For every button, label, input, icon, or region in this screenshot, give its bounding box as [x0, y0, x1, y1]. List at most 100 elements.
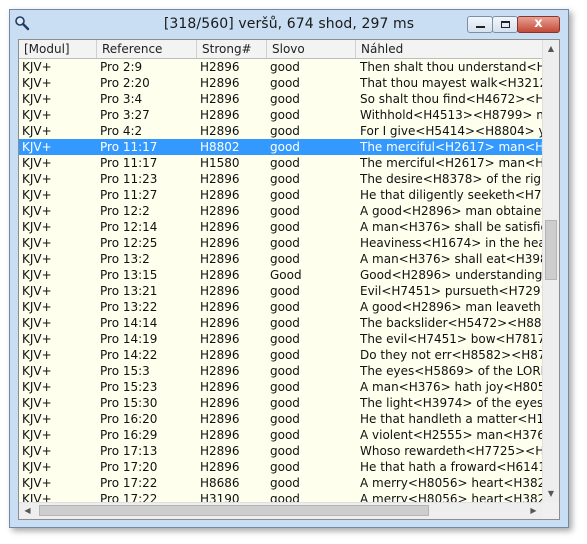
- column-header-slovo[interactable]: Slovo: [267, 40, 356, 58]
- vertical-scroll-thumb[interactable]: [545, 220, 557, 280]
- slovo-cell: good: [270, 364, 300, 378]
- preview-cell: The evil<H7451> bow<H7817><H: [360, 332, 560, 346]
- table-row[interactable]: KJV+ Pro 12:14 H2896 good A man<H376> shall …: [19, 219, 559, 235]
- table-row[interactable]: KJV+ Pro 17:22 H8686 good A merry<H8056> hea…: [19, 475, 559, 491]
- reference-cell: Pro 16:29: [100, 428, 158, 442]
- modul-cell: KJV+: [22, 188, 52, 202]
- modul-cell: KJV+: [22, 444, 52, 458]
- slovo-cell: good: [270, 332, 300, 346]
- preview-cell: A man<H376> shall eat<H398><H: [360, 252, 560, 266]
- strong-cell: H2896: [200, 76, 240, 90]
- column-header-strong[interactable]: Strong#: [197, 40, 267, 58]
- scroll-down-icon[interactable]: ▼: [543, 485, 559, 502]
- column-header-modul[interactable]: [Modul]: [19, 40, 97, 58]
- table-row[interactable]: KJV+ Pro 12:25 H2896 good Heaviness<H1674> i…: [19, 235, 559, 251]
- table-row[interactable]: KJV+ Pro 17:20 H2896 good He that hath a fro…: [19, 459, 559, 475]
- slovo-cell: good: [270, 252, 300, 266]
- table-row[interactable]: KJV+ Pro 11:17 H1580 good The merciful<H2617…: [19, 155, 559, 171]
- slovo-cell: good: [270, 172, 300, 186]
- slovo-cell: good: [270, 380, 300, 394]
- column-header-nahled[interactable]: Náhled: [356, 40, 559, 58]
- scroll-right-icon[interactable]: ▶: [525, 503, 542, 519]
- modul-cell: KJV+: [22, 124, 52, 138]
- table-row[interactable]: KJV+ Pro 11:27 H2896 good He that diligently…: [19, 187, 559, 203]
- reference-cell: Pro 13:22: [100, 300, 158, 314]
- modul-cell: KJV+: [22, 60, 52, 74]
- table-row[interactable]: KJV+ Pro 4:2 H2896 good For I give<H5414><H8…: [19, 123, 559, 139]
- table-row[interactable]: KJV+ Pro 14:19 H2896 good The evil<H7451> bo…: [19, 331, 560, 347]
- slovo-cell: good: [270, 60, 300, 74]
- slovo-cell: good: [270, 428, 300, 442]
- table-row[interactable]: KJV+ Pro 14:14 H2896 good The backslider<H54…: [19, 315, 559, 331]
- reference-cell: Pro 11:23: [100, 172, 158, 186]
- strong-cell: H2896: [200, 380, 240, 394]
- preview-cell: Withhold<H4513><H8799> not go: [360, 108, 560, 122]
- modul-cell: KJV+: [22, 204, 52, 218]
- reference-cell: Pro 15:23: [100, 380, 158, 394]
- strong-cell: H2896: [200, 332, 240, 346]
- table-row[interactable]: KJV+ Pro 11:23 H2896 good The desire<H8378> …: [19, 171, 559, 187]
- table-row[interactable]: KJV+ Pro 11:17 H8802 good The merciful<H2617…: [19, 139, 559, 155]
- maximize-button[interactable]: [492, 16, 518, 33]
- table-row[interactable]: KJV+ Pro 13:22 H2896 good A good<H2896> man …: [19, 299, 560, 315]
- minimize-button[interactable]: [467, 16, 493, 33]
- table-row[interactable]: KJV+ Pro 17:13 H2896 good Whoso rewardeth<H7…: [19, 443, 559, 459]
- title-bar[interactable]: [318/560] veršů, 674 shod, 297 ms x: [10, 10, 568, 38]
- reference-cell: Pro 12:25: [100, 236, 158, 250]
- scroll-left-icon[interactable]: ◀: [19, 503, 36, 519]
- reference-cell: Pro 12:14: [100, 220, 158, 234]
- reference-cell: Pro 14:14: [100, 316, 158, 330]
- reference-cell: Pro 3:27: [100, 108, 150, 122]
- reference-cell: Pro 17:20: [100, 460, 158, 474]
- table-row[interactable]: KJV+ Pro 13:2 H2896 good A man<H376> shall e…: [19, 251, 560, 267]
- reference-cell: Pro 13:2: [100, 252, 150, 266]
- minimize-icon: [476, 26, 485, 28]
- strong-cell: H2896: [200, 204, 240, 218]
- modul-cell: KJV+: [22, 108, 52, 122]
- table-row[interactable]: KJV+ Pro 15:23 H2896 good A man<H376> hath j…: [19, 379, 559, 395]
- preview-cell: A good<H2896> man leaveth an in: [360, 300, 560, 314]
- strong-cell: H2896: [200, 172, 240, 186]
- strong-cell: H2896: [200, 300, 240, 314]
- table-row[interactable]: KJV+ Pro 13:15 H2896 Good Good<H2896> unders…: [19, 267, 559, 283]
- results-list[interactable]: [Modul] Reference Strong# Slovo Náhled K…: [18, 39, 560, 520]
- preview-cell: The light<H3974> of the eyes<H58: [360, 396, 560, 410]
- table-row[interactable]: KJV+ Pro 15:30 H2896 good The light<H3974> o…: [19, 395, 560, 411]
- modul-cell: KJV+: [22, 140, 52, 154]
- table-row[interactable]: KJV+ Pro 2:20 H2896 good That thou mayest wa…: [19, 75, 559, 91]
- strong-cell: H2896: [200, 444, 240, 458]
- preview-cell: The eyes<H5869> of the LORD<H3: [360, 364, 560, 378]
- table-row[interactable]: KJV+ Pro 2:9 H2896 good Then shalt thou unde…: [19, 59, 559, 75]
- close-button[interactable]: x: [517, 16, 560, 33]
- table-row[interactable]: KJV+ Pro 15:3 H2896 good The eyes<H5869> of …: [19, 363, 560, 379]
- slovo-cell: good: [270, 124, 300, 138]
- modul-cell: KJV+: [22, 236, 52, 250]
- table-row[interactable]: KJV+ Pro 16:29 H2896 good A violent<H2555> m…: [19, 427, 560, 443]
- modul-cell: KJV+: [22, 76, 52, 90]
- slovo-cell: good: [270, 140, 300, 154]
- scroll-up-icon[interactable]: ▲: [543, 40, 559, 57]
- strong-cell: H2896: [200, 316, 240, 330]
- preview-cell: A good<H2896> man obtaineth<H: [360, 204, 560, 218]
- preview-cell: He that handleth a matter<H1697>: [360, 412, 560, 426]
- table-row[interactable]: KJV+ Pro 3:4 H2896 good So shalt thou find<H…: [19, 91, 559, 107]
- slovo-cell: good: [270, 204, 300, 218]
- strong-cell: H2896: [200, 364, 240, 378]
- table-row[interactable]: KJV+ Pro 12:2 H2896 good A good<H2896> man o…: [19, 203, 560, 219]
- vertical-scrollbar[interactable]: ▲ ▼: [542, 40, 559, 502]
- table-row[interactable]: KJV+ Pro 14:22 H2896 good Do they not err<H8…: [19, 347, 559, 363]
- slovo-cell: good: [270, 476, 300, 490]
- slovo-cell: good: [270, 444, 300, 458]
- strong-cell: H2896: [200, 108, 240, 122]
- horizontal-scrollbar[interactable]: ◀ ▶: [19, 502, 542, 519]
- table-row[interactable]: KJV+ Pro 16:20 H2896 good He that handleth a…: [19, 411, 560, 427]
- table-row[interactable]: KJV+ Pro 13:21 H2896 good Evil<H7451> pursue…: [19, 283, 560, 299]
- modul-cell: KJV+: [22, 284, 52, 298]
- table-row[interactable]: KJV+ Pro 3:27 H2896 good Withhold<H4513><H87…: [19, 107, 560, 123]
- modul-cell: KJV+: [22, 316, 52, 330]
- preview-cell: Evil<H7451> pursueth<H7291><H: [360, 284, 560, 298]
- column-header-reference[interactable]: Reference: [97, 40, 197, 58]
- preview-cell: A violent<H2555> man<H376> ent: [360, 428, 560, 442]
- horizontal-scroll-thumb[interactable]: [39, 505, 429, 516]
- reference-cell: Pro 11:17: [100, 156, 158, 170]
